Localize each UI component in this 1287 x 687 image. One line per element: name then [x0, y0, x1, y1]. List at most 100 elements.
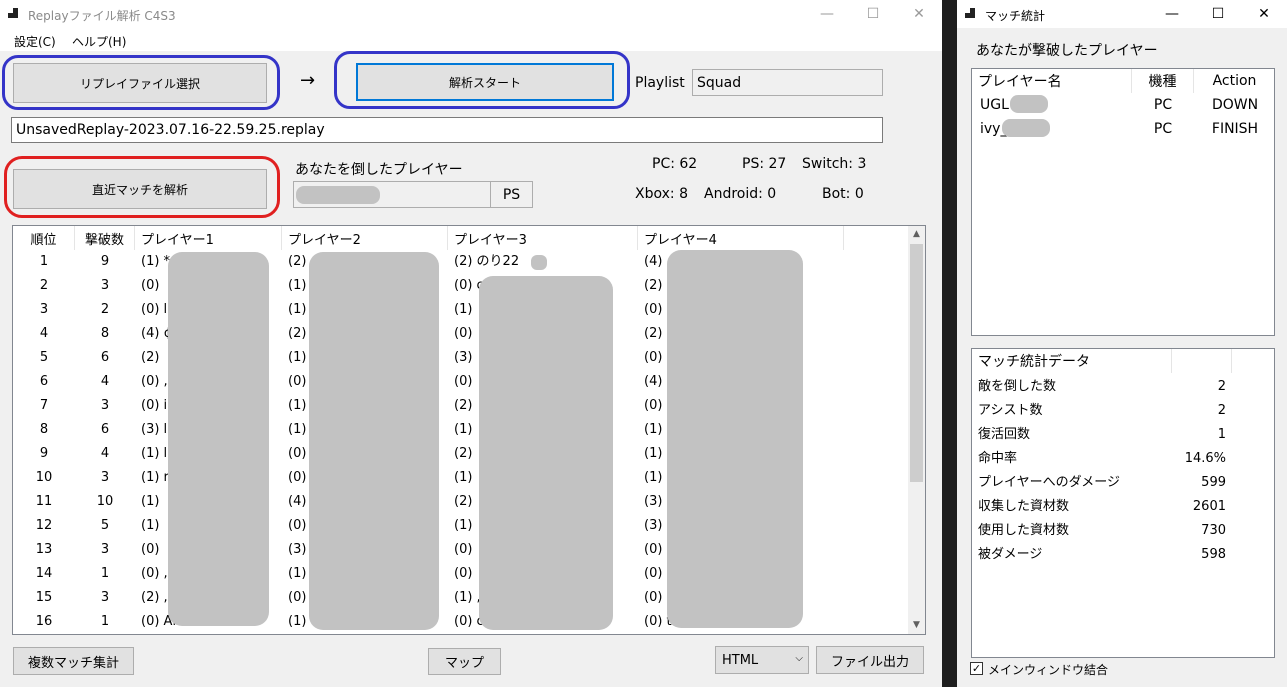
table-cell: 4 — [100, 446, 110, 461]
stat-label: 収集した資材数 — [978, 499, 1070, 514]
chevron-down-icon: ⌵ — [795, 653, 803, 664]
table-cell: 4 — [39, 326, 49, 341]
stat-value: 2601 — [1192, 499, 1226, 514]
table-cell: 1 — [100, 566, 110, 581]
table-cell: 9 — [39, 446, 49, 461]
stat-label: 命中率 — [978, 451, 1018, 466]
column-header-rank[interactable]: 順位 — [13, 226, 75, 250]
merge-window-label: メインウィンドウ結合 — [988, 663, 1109, 677]
list-cell: FINISH — [1211, 121, 1259, 137]
table-cell: 10 — [96, 494, 114, 509]
playlist-field[interactable]: Squad — [692, 69, 883, 96]
table-cell: 3 — [100, 398, 110, 413]
file-output-button[interactable]: ファイル出力 — [816, 646, 924, 674]
table-cell: 6 — [100, 422, 110, 437]
analyze-recent-match-button[interactable]: 直近マッチを解析 — [13, 169, 267, 209]
map-button[interactable]: マップ — [428, 648, 501, 675]
ps-count: PS: 27 — [742, 156, 787, 172]
scroll-up-icon[interactable]: ▲ — [908, 226, 925, 243]
output-format-select[interactable]: HTML ⌵ — [715, 646, 809, 674]
killer-name-field[interactable] — [293, 181, 491, 208]
minimize-button[interactable]: — — [1149, 0, 1195, 28]
redacted-block — [479, 276, 613, 630]
stat-row: アシスト数 2 — [972, 399, 1274, 423]
app-icon — [965, 8, 977, 20]
column-header-player1[interactable]: プレイヤー1 — [135, 226, 282, 250]
table-cell: 7 — [39, 398, 49, 413]
stat-row: 被ダメージ 598 — [972, 543, 1274, 567]
stat-value: 2 — [1217, 379, 1226, 394]
menu-settings[interactable]: 設定(C) — [14, 33, 56, 50]
scroll-down-icon[interactable]: ▼ — [908, 617, 925, 634]
column-header-kills[interactable]: 撃破数 — [75, 226, 135, 250]
xbox-count: Xbox: 8 — [635, 186, 688, 202]
table-cell: 16 — [35, 614, 53, 629]
table-cell: 8 — [39, 422, 49, 437]
maximize-button[interactable]: ☐ — [1195, 0, 1241, 28]
table-cell: 14 — [35, 566, 53, 581]
match-results-table[interactable]: 順位 撃破数 プレイヤー1 プレイヤー2 プレイヤー3 プレイヤー4 1 9 (1)… — [12, 225, 926, 635]
table-cell: 10 — [35, 470, 53, 485]
column-header-player-name[interactable]: プレイヤー名 — [972, 69, 1132, 93]
column-header-player4[interactable]: プレイヤー4 — [638, 226, 844, 250]
table-cell: 1 — [100, 614, 110, 629]
table-scrollbar[interactable]: ▲ ▼ — [908, 226, 925, 634]
android-count: Android: 0 — [704, 186, 777, 202]
table-cell: 11 — [35, 494, 53, 509]
close-button[interactable]: ✕ — [1241, 0, 1287, 28]
multi-match-summary-button[interactable]: 複数マッチ集計 — [13, 647, 134, 675]
column-header-platform[interactable]: 機種 — [1132, 69, 1194, 93]
scroll-thumb[interactable] — [910, 244, 923, 482]
defeated-players-table[interactable]: プレイヤー名 機種 Action UGL PC DOWN ivy_ PC FINISH — [971, 68, 1275, 336]
stat-label: プレイヤーへのダメージ — [978, 475, 1120, 490]
killer-label: あなたを倒したプレイヤー — [295, 162, 463, 178]
table-cell: 1 — [39, 254, 49, 269]
table-cell: 2 — [39, 278, 49, 293]
table-cell: 2 — [100, 302, 110, 317]
column-header-player2[interactable]: プレイヤー2 — [282, 226, 448, 250]
pc-count: PC: 62 — [652, 156, 698, 172]
list-cell: DOWN — [1211, 97, 1259, 113]
redacted-name — [296, 186, 380, 204]
stat-value: 2 — [1217, 403, 1226, 418]
list-cell: PC — [1153, 121, 1173, 137]
stat-label: 被ダメージ — [978, 547, 1043, 562]
main-titlebar[interactable]: Replayファイル解析 C4S3 — ☐ ✕ — [0, 0, 942, 28]
minimize-button[interactable]: — — [804, 0, 850, 28]
stats-header[interactable]: マッチ統計データ — [972, 349, 1172, 373]
redacted-block — [309, 252, 439, 630]
replay-path-field[interactable]: UnsavedReplay-2023.07.16-22.59.25.replay — [11, 117, 883, 143]
stat-value: 599 — [1201, 475, 1226, 490]
table-cell: 15 — [35, 590, 53, 605]
start-analysis-button[interactable]: 解析スタート — [356, 63, 614, 101]
table-cell: 6 — [39, 374, 49, 389]
stats-titlebar[interactable]: マッチ統計 — ☐ ✕ — [957, 0, 1287, 28]
stat-value: 14.6% — [1184, 451, 1226, 466]
redacted-block — [667, 250, 803, 628]
menu-help[interactable]: ヘルプ(H) — [72, 33, 126, 50]
stat-row: 収集した資材数 2601 — [972, 495, 1274, 519]
stats-window-title: マッチ統計 — [985, 9, 1046, 23]
table-cell: 9 — [100, 254, 110, 269]
stat-value: 598 — [1201, 547, 1226, 562]
list-cell: PC — [1153, 97, 1173, 113]
table-cell: 3 — [100, 278, 110, 293]
match-stats-table[interactable]: マッチ統計データ 敵を倒した数 2 アシスト数 2 復活回数 1 命中率 14.6% プレイヤー… — [971, 348, 1275, 658]
killer-platform-field[interactable]: PS — [490, 181, 533, 208]
table-cell: 6 — [100, 350, 110, 365]
table-cell: 12 — [35, 518, 53, 533]
column-header-player3[interactable]: プレイヤー3 — [448, 226, 638, 250]
stat-label: 復活回数 — [978, 427, 1031, 442]
stat-row: 命中率 14.6% — [972, 447, 1274, 471]
select-replay-button[interactable]: リプレイファイル選択 — [13, 63, 267, 103]
table-cell: 3 — [100, 542, 110, 557]
close-button[interactable]: ✕ — [896, 0, 942, 28]
stats-header-value[interactable] — [1172, 349, 1232, 373]
column-header-action[interactable]: Action — [1194, 69, 1274, 93]
stat-row: 復活回数 1 — [972, 423, 1274, 447]
table-cell: 3 — [100, 590, 110, 605]
merge-window-checkbox[interactable]: ✓ — [970, 662, 983, 675]
maximize-button[interactable]: ☐ — [850, 0, 896, 28]
main-window: Replayファイル解析 C4S3 — ☐ ✕ 設定(C) ヘルプ(H) リプレ… — [0, 0, 942, 687]
app-icon — [8, 8, 20, 20]
